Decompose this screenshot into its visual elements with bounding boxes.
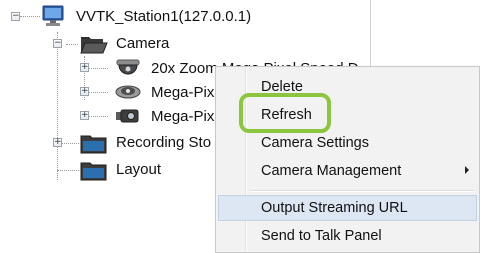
menu-item-label: Send to Talk Panel [261,228,382,244]
menu-item-label: Camera Management [261,163,402,179]
menu-item-label: Output Streaming URL [261,200,408,216]
menu-item-label: Camera Settings [261,135,369,151]
recording-storage-label[interactable]: Recording Sto [116,134,211,152]
menu-item-camera-management[interactable]: Camera Management [218,158,477,184]
dome-camera-icon [116,59,140,75]
recording-expand-toggle[interactable]: + [53,138,62,147]
tree-connector [57,170,79,171]
fisheye-camera-icon [115,85,141,99]
tree-connector [57,32,58,180]
folder-icon [80,162,107,181]
device-expand-toggle[interactable]: + [80,111,89,120]
folder-icon [80,135,107,154]
menu-item-send-to-talk-panel[interactable]: Send to Talk Panel [218,223,477,249]
tree-connector [66,44,78,45]
station-collapse-toggle[interactable]: − [11,12,20,21]
device-expand-toggle[interactable]: + [80,87,89,96]
menu-item-camera-settings[interactable]: Camera Settings [218,130,477,156]
station-node-label[interactable]: VVTK_Station1(127.0.0.1) [76,8,251,26]
device-node-label[interactable]: Mega-Pix [151,84,214,102]
computer-icon [42,5,64,26]
bullet-camera-icon [116,109,139,123]
tree-connector [20,16,40,17]
submenu-arrow-icon [465,166,469,174]
device-expand-toggle[interactable]: + [80,63,89,72]
device-node-label[interactable]: Mega-Pix [151,108,214,126]
menu-separator [250,190,474,192]
layout-label[interactable]: Layout [116,161,161,179]
menu-item-output-streaming-url[interactable]: Output Streaming URL [218,195,477,221]
folder-open-icon [80,37,108,54]
camera-folder-label[interactable]: Camera [116,35,169,53]
camera-collapse-toggle[interactable]: − [53,39,62,48]
refresh-highlight-annotation [239,93,331,133]
